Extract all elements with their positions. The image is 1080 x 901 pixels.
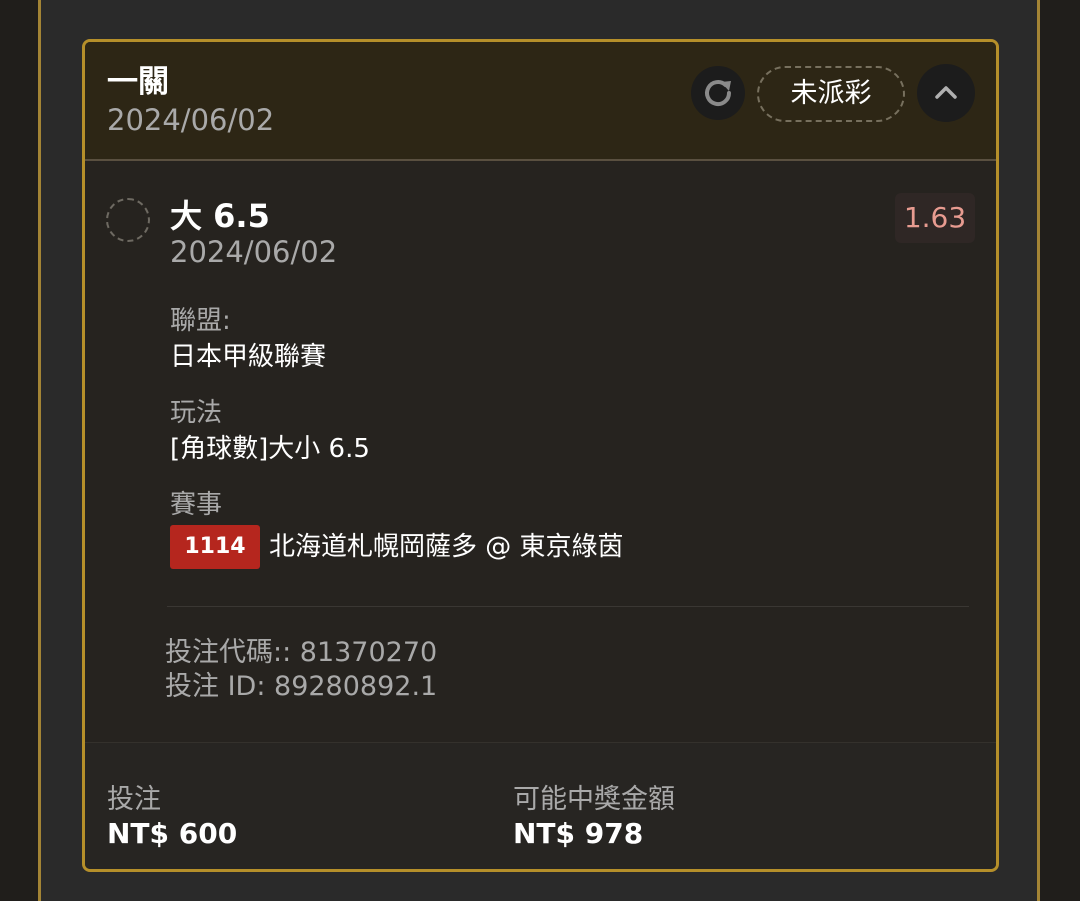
chevron-up-icon (935, 86, 957, 99)
settlement-status-badge: 未派彩 (757, 66, 905, 122)
bet-id: 投注 ID: 89280892.1 (165, 671, 438, 702)
bet-card: 一關 2024/06/02 未派彩 大 6.5 2024/06/02 1.63 … (82, 39, 999, 872)
potential-payout-label: 可能中獎金額 (513, 784, 675, 815)
bet-date: 2024/06/02 (107, 103, 275, 137)
selection-status-indicator (106, 198, 150, 242)
league-value: 日本甲級聯賽 (170, 342, 327, 372)
market-label: 玩法 (170, 398, 223, 428)
league-label: 聯盟: (170, 306, 231, 336)
market-value: [角球數]大小 6.5 (170, 434, 370, 464)
bet-card-header[interactable]: 一關 2024/06/02 未派彩 (85, 42, 996, 161)
event-id-badge: 1114 (170, 525, 260, 569)
stake-value: NT$ 600 (107, 817, 238, 850)
odds-value: 1.63 (895, 193, 975, 243)
collapse-button[interactable] (917, 64, 975, 122)
refresh-button[interactable] (691, 66, 745, 120)
potential-payout-value: NT$ 978 (513, 817, 644, 850)
divider (167, 606, 969, 607)
stake-label: 投注 (107, 784, 161, 815)
refresh-icon (705, 80, 732, 107)
bet-type-title: 一關 (107, 64, 169, 100)
bet-code: 投注代碼:: 81370270 (165, 637, 438, 668)
event-label: 賽事 (170, 490, 223, 520)
selection-title: 大 6.5 (170, 197, 270, 235)
bet-summary-footer: 投注 NT$ 600 可能中獎金額 NT$ 978 (85, 742, 996, 869)
selection-date: 2024/06/02 (170, 235, 338, 269)
event-name: 北海道札幌岡薩多 @ 東京綠茵 (269, 532, 624, 562)
